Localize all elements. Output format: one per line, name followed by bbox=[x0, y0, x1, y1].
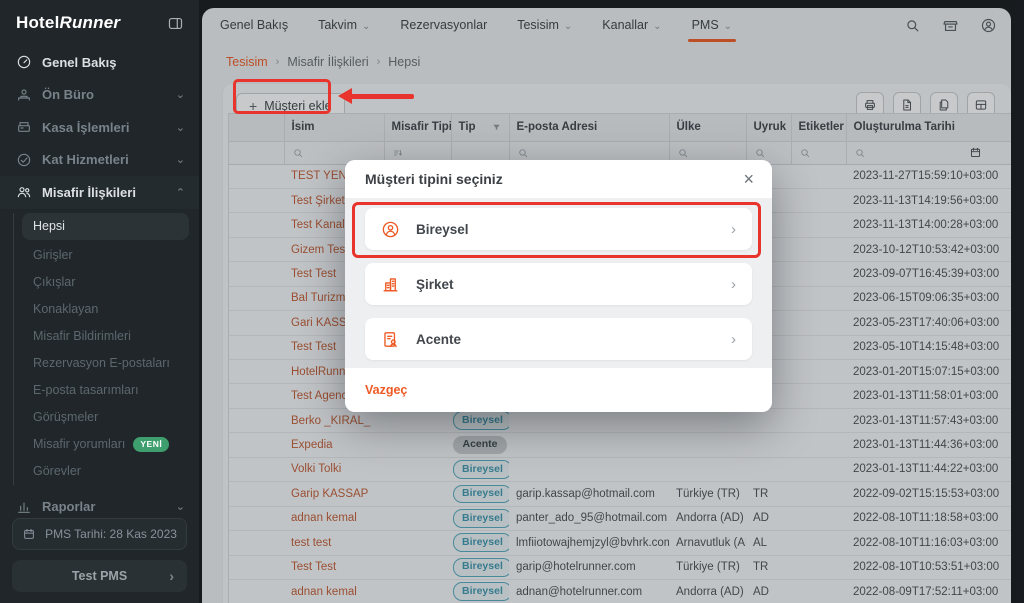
chevron-right-icon: › bbox=[731, 331, 736, 348]
sidebar-item-kat-hizmetleri[interactable]: Kat Hizmetleri⌄ bbox=[0, 144, 199, 177]
modal-title: Müşteri tipini seçiniz bbox=[365, 171, 503, 187]
modal-header: Müşteri tipini seçiniz × bbox=[345, 160, 772, 198]
logo-text-runner: Runner bbox=[60, 13, 121, 32]
sidebar-item-label: Misafir İlişkileri bbox=[42, 185, 176, 200]
modal-options: Bireysel›Şirket›Acente› bbox=[345, 198, 772, 368]
reports-icon bbox=[16, 499, 32, 515]
sidebar-subitem-label: Konaklayan bbox=[33, 302, 98, 316]
sidebar-submenu: Hepsi Girişler Çıkışlar Konaklayan Misafir B… bbox=[13, 213, 189, 485]
option-label: Şirket bbox=[416, 277, 731, 292]
sidebar-subitem-konaklayan[interactable]: Konaklayan bbox=[14, 296, 189, 323]
chevron-down-icon: ⌄ bbox=[176, 153, 185, 166]
sidebar-subitem-label: Misafir yorumları bbox=[33, 437, 125, 451]
company-icon bbox=[381, 275, 400, 294]
option-label: Bireysel bbox=[416, 222, 731, 237]
sidebar-header: HotelRunner bbox=[0, 0, 199, 41]
sidebar-subitem-misafir-bildirimleri[interactable]: Misafir Bildirimleri bbox=[14, 323, 189, 350]
sidebar-item-label: Kat Hizmetleri bbox=[42, 152, 176, 167]
chevron-up-icon: ⌃ bbox=[176, 186, 185, 199]
chevron-right-icon: › bbox=[169, 568, 174, 584]
sidebar-item-n-b-ro[interactable]: Ön Büro⌄ bbox=[0, 79, 199, 112]
test-pms-label: Test PMS bbox=[72, 569, 127, 583]
sidebar-item-label: Ön Büro bbox=[42, 87, 176, 102]
sidebar-item-kasa-i-lemleri[interactable]: Kasa İşlemleri⌄ bbox=[0, 111, 199, 144]
sidebar-collapse-icon[interactable] bbox=[167, 15, 184, 32]
chevron-down-icon: ⌄ bbox=[176, 500, 185, 513]
option-irket[interactable]: Şirket› bbox=[365, 263, 752, 305]
sidebar-item-label: Genel Bakış bbox=[42, 55, 185, 70]
agency-icon bbox=[381, 330, 400, 349]
sidebar-subitem-rezervasyon-e-postalar[interactable]: Rezervasyon E-postaları bbox=[14, 350, 189, 377]
cancel-button[interactable]: Vazgeç bbox=[365, 383, 407, 397]
chevron-down-icon: ⌄ bbox=[176, 121, 185, 134]
housekeeping-icon bbox=[16, 152, 32, 168]
sidebar-item-misafir-i-li-kileri[interactable]: Misafir İlişkileri⌃ bbox=[0, 176, 199, 209]
pms-date-label: PMS Tarihi: 28 Kas 2023 bbox=[45, 527, 177, 541]
sidebar-subitem-label: E-posta tasarımları bbox=[33, 383, 139, 397]
guests-icon bbox=[16, 184, 32, 200]
sidebar-subitem-g-r-meler[interactable]: Görüşmeler bbox=[14, 404, 189, 431]
speedometer-icon bbox=[16, 54, 32, 70]
front-desk-icon bbox=[16, 87, 32, 103]
option-acente[interactable]: Acente› bbox=[365, 318, 752, 360]
sidebar-subitem-k-lar[interactable]: Çıkışlar bbox=[14, 269, 189, 296]
chevron-down-icon: ⌄ bbox=[176, 88, 185, 101]
cash-register-icon bbox=[16, 119, 32, 135]
hotelrunner-logo: HotelRunner bbox=[16, 13, 120, 33]
sidebar-subitem-e-posta-tasar-mlar[interactable]: E-posta tasarımları bbox=[14, 377, 189, 404]
sidebar-subitem-g-revler[interactable]: Görevler bbox=[14, 458, 189, 485]
sidebar-item-genel-bak[interactable]: Genel Bakış bbox=[0, 46, 199, 79]
close-icon[interactable]: × bbox=[743, 170, 754, 188]
sidebar-subitem-label: Görevler bbox=[33, 464, 81, 478]
sidebar-subitem-misafir-yorumlar[interactable]: Misafir yorumları YENİ bbox=[14, 431, 189, 458]
pms-date-button[interactable]: PMS Tarihi: 28 Kas 2023 bbox=[12, 518, 187, 550]
chevron-right-icon: › bbox=[731, 221, 736, 238]
sidebar-item-label: Raporlar bbox=[42, 499, 176, 514]
person-icon bbox=[381, 220, 400, 239]
option-bireysel[interactable]: Bireysel› bbox=[365, 208, 752, 250]
sidebar: HotelRunner Genel BakışÖn Büro⌄Kasa İşle… bbox=[0, 0, 199, 603]
modal-footer: Vazgeç bbox=[345, 368, 772, 412]
customer-type-modal: Müşteri tipini seçiniz × Bireysel›Şirket… bbox=[345, 160, 772, 412]
option-label: Acente bbox=[416, 332, 731, 347]
sidebar-subitem-giri-ler[interactable]: Girişler bbox=[14, 242, 189, 269]
sidebar-item-label: Kasa İşlemleri bbox=[42, 120, 176, 135]
sidebar-menu: Genel BakışÖn Büro⌄Kasa İşlemleri⌄Kat Hi… bbox=[0, 46, 199, 523]
calendar-icon bbox=[22, 527, 36, 541]
chevron-right-icon: › bbox=[731, 276, 736, 293]
sidebar-subitem-label: Rezervasyon E-postaları bbox=[33, 356, 170, 370]
test-pms-button[interactable]: Test PMS › bbox=[12, 560, 187, 592]
logo-text-hotel: Hotel bbox=[16, 13, 60, 32]
sidebar-subitem-label: Girişler bbox=[33, 248, 73, 262]
main-area: Genel BakışTakvim⌄RezervasyonlarTesisim⌄… bbox=[199, 0, 1024, 603]
sidebar-subitem-label: Hepsi bbox=[33, 219, 65, 233]
sidebar-subitem-label: Misafir Bildirimleri bbox=[33, 329, 131, 343]
sidebar-subitem-label: Görüşmeler bbox=[33, 410, 98, 424]
sidebar-subitem-hepsi[interactable]: Hepsi bbox=[22, 213, 189, 240]
sidebar-subitem-label: Çıkışlar bbox=[33, 275, 75, 289]
new-badge: YENİ bbox=[133, 437, 169, 452]
